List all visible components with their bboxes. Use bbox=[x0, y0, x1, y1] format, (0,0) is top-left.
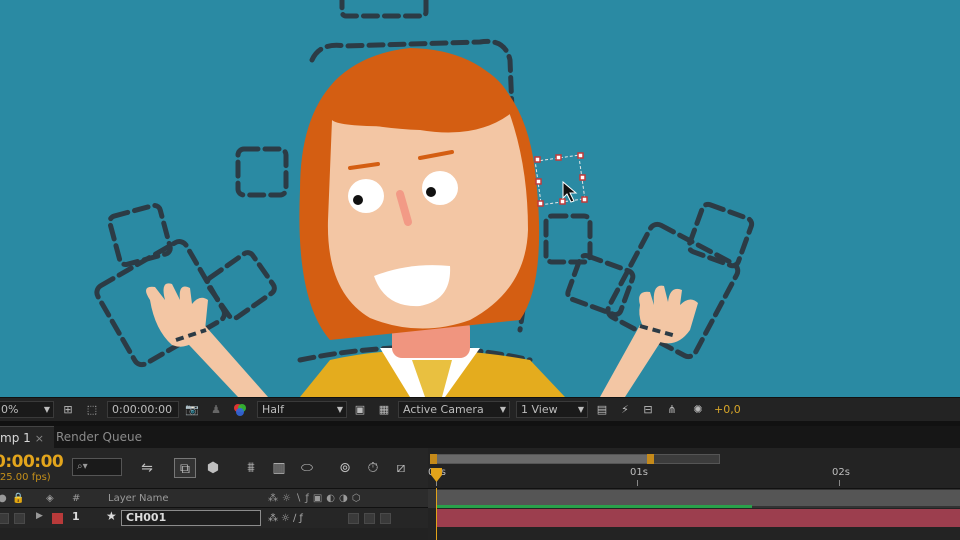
view-dropdown[interactable]: Active Camera bbox=[398, 401, 510, 418]
region-of-interest-icon[interactable]: ▣ bbox=[352, 402, 368, 418]
layer-column-header: ● 🔒 ◈ # Layer Name ⁂☼∖ƒ▣◐◑⬡ bbox=[0, 488, 428, 508]
auto-keyframe-icon[interactable]: ⊚ bbox=[334, 458, 356, 478]
time-ruler[interactable]: 00s 01s 02s bbox=[428, 466, 960, 486]
show-snapshot-icon[interactable]: ♟ bbox=[208, 402, 224, 418]
viewer-toolbar: 0% ⊞ ⬚ 0:00:00:00 📷 ♟ Half ▣ ▦ Active Ca… bbox=[0, 397, 960, 421]
motion-blur-icon[interactable]: ▥ bbox=[268, 458, 290, 478]
ruler-tick bbox=[637, 480, 638, 486]
star-icon: ★ bbox=[106, 509, 117, 523]
left-pupil bbox=[353, 195, 363, 205]
layer-search-input[interactable]: ⌕▾ bbox=[72, 458, 122, 476]
current-time-display[interactable]: 0:00:00 bbox=[0, 452, 64, 472]
channel-rgb-icon[interactable] bbox=[232, 402, 248, 418]
work-area-start-handle[interactable] bbox=[430, 454, 437, 464]
view-value: Active Camera bbox=[403, 403, 484, 416]
video-switch-header-icon: ● bbox=[0, 493, 7, 504]
adjustment-switch[interactable] bbox=[348, 513, 359, 524]
number-column-header: # bbox=[72, 493, 81, 504]
exposure-value[interactable]: +0,0 bbox=[714, 401, 741, 418]
ruler-label-1: 01s bbox=[630, 467, 648, 478]
switches-header-icons: ⁂☼∖ƒ▣◐◑⬡ bbox=[268, 493, 365, 504]
search-icon: ⌕▾ bbox=[77, 461, 88, 472]
track-header-bar bbox=[436, 490, 960, 506]
view-layout-dropdown[interactable]: 1 View bbox=[516, 401, 588, 418]
left-eye bbox=[348, 179, 384, 213]
transparency-grid-icon[interactable]: ▦ bbox=[376, 402, 392, 418]
layer-cache-indicator bbox=[436, 505, 752, 508]
ruler-tick bbox=[839, 480, 840, 486]
layer-name-column-header[interactable]: Layer Name bbox=[108, 491, 169, 507]
right-pupil bbox=[426, 187, 436, 197]
flowchart-icon[interactable]: ⋔ bbox=[664, 402, 680, 418]
composition-viewer[interactable] bbox=[0, 0, 960, 397]
motion-blur-switch[interactable] bbox=[380, 513, 391, 524]
graph-editor-stopwatch-icon[interactable]: ⏱ bbox=[362, 458, 384, 478]
close-icon[interactable]: × bbox=[35, 432, 44, 445]
right-eye bbox=[422, 171, 458, 205]
timeline-icon[interactable]: ⊟ bbox=[640, 402, 656, 418]
layer-row[interactable]: ▶ 1 ★ CH001 ⁂☼∕ƒ bbox=[0, 508, 428, 528]
expand-arrow-icon[interactable]: ▶ bbox=[36, 511, 43, 521]
ruler-label-2: 02s bbox=[832, 467, 850, 478]
zoom-dropdown[interactable]: 0% bbox=[0, 401, 54, 418]
brainstorm-icon[interactable]: ⬭ bbox=[296, 458, 318, 478]
graph-editor-icon[interactable]: ⧄ bbox=[390, 458, 412, 478]
lock-header-icon: 🔒 bbox=[12, 493, 25, 504]
left-hand bbox=[146, 283, 208, 347]
resolution-value: Half bbox=[262, 403, 284, 416]
current-time-indicator-line[interactable] bbox=[436, 488, 437, 540]
layer-switches-icons[interactable]: ⁂☼∕ƒ bbox=[268, 511, 306, 527]
layout-value: 1 View bbox=[521, 403, 558, 416]
tab-render-queue-label: Render Queue bbox=[56, 430, 142, 444]
timeline-controls: 0:00:00 (25.00 fps) ⌕▾ ⇋ ⧉ ⬢ ⩩ ▥ ⬭ ⊚ ⏱ ⧄ bbox=[0, 448, 428, 488]
work-area-bar[interactable] bbox=[432, 454, 720, 464]
current-time-indicator-handle[interactable] bbox=[431, 468, 442, 482]
layer-index: 1 bbox=[72, 510, 80, 523]
selection-handles[interactable] bbox=[534, 152, 588, 207]
hide-shy-layers-icon[interactable]: ⬢ bbox=[202, 458, 224, 478]
work-area-range bbox=[433, 455, 649, 463]
tab-render-queue[interactable]: Render Queue bbox=[46, 426, 152, 448]
layer-name-field[interactable]: CH001 bbox=[121, 510, 261, 526]
toggle-pixel-aspect-icon[interactable]: ▤ bbox=[594, 402, 610, 418]
character-artwork bbox=[94, 0, 755, 397]
composition-mini-flowchart-icon[interactable]: ⇋ bbox=[136, 458, 158, 478]
timeline-graph-area[interactable]: 00s 01s 02s bbox=[428, 448, 960, 540]
tab-comp-1-label: mp 1 bbox=[0, 431, 31, 445]
lock-switch[interactable] bbox=[14, 513, 25, 524]
work-area-end-handle[interactable] bbox=[647, 454, 654, 464]
current-time-field[interactable]: 0:00:00:00 bbox=[107, 401, 179, 418]
timeline-tab-bar: mp 1 × Render Queue bbox=[0, 426, 960, 448]
layer-label-color[interactable] bbox=[52, 513, 63, 524]
layer-name: CH001 bbox=[126, 511, 167, 524]
layer-duration-bar[interactable] bbox=[436, 509, 960, 527]
frame-rate-label: (25.00 fps) bbox=[0, 472, 51, 483]
fast-previews-icon[interactable]: ⚡ bbox=[617, 402, 633, 418]
zoom-value: 0% bbox=[1, 403, 19, 416]
grid-overlay-icon[interactable]: ⊞ bbox=[60, 402, 76, 418]
viewer-timecode: 0:00:00:00 bbox=[112, 403, 173, 416]
frame-blending-icon[interactable]: ⩩ bbox=[240, 458, 262, 478]
draft-3d-icon[interactable]: ⧉ bbox=[174, 458, 196, 478]
snapshot-camera-icon[interactable]: 📷 bbox=[184, 402, 200, 418]
timeline-empty-row bbox=[0, 528, 428, 540]
label-header-icon: ◈ bbox=[46, 493, 54, 504]
3d-layer-switch[interactable] bbox=[364, 513, 375, 524]
resolution-dropdown[interactable]: Half bbox=[257, 401, 347, 418]
reset-exposure-icon[interactable]: ✺ bbox=[690, 402, 706, 418]
video-switch[interactable] bbox=[0, 513, 9, 524]
mask-visibility-icon[interactable]: ⬚ bbox=[84, 402, 100, 418]
